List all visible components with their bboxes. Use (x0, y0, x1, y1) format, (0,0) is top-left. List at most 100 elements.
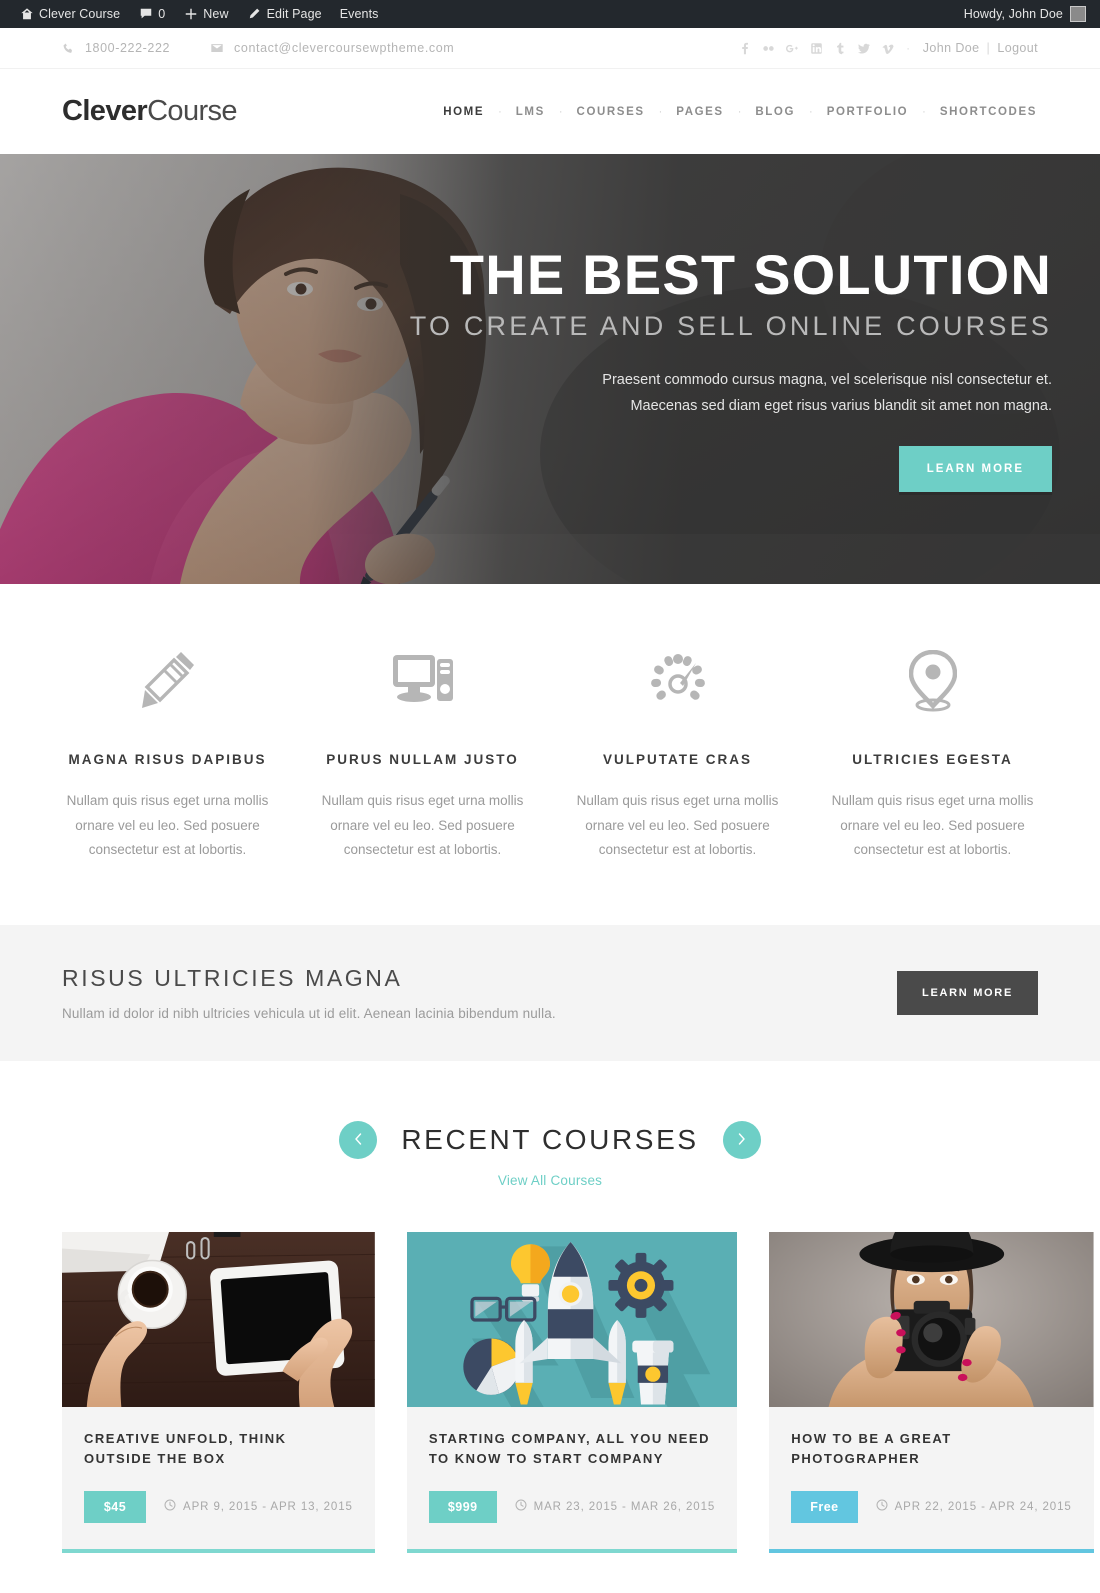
feature-item: ULTRICIES EGESTA Nullam quis risus eget … (805, 648, 1060, 863)
adminbar-site-name[interactable]: Clever Course (10, 0, 129, 28)
coffee-tablet-desk-photo[interactable] (62, 1231, 375, 1407)
feature-item: PURUS NULLAM JUSTO Nullam quis risus ege… (295, 648, 550, 863)
nav-item-pages[interactable]: PAGES (675, 106, 724, 118)
topbar-username[interactable]: John Doe (923, 41, 980, 55)
adminbar-new-label: New (203, 7, 229, 21)
facebook-icon[interactable] (732, 36, 756, 60)
home-icon (19, 7, 34, 22)
adminbar-comments-count: 0 (158, 7, 166, 21)
cta-learn-more-button[interactable]: LEARN MORE (897, 970, 1038, 1015)
nav-item-shortcodes[interactable]: SHORTCODES (939, 106, 1038, 118)
nav-item-home[interactable]: HOME (442, 106, 485, 118)
course-card-accent (406, 1548, 738, 1553)
course-date-range: APR 22, 2015 - APR 24, 2015 (876, 1499, 1072, 1514)
flickr-icon[interactable] (756, 36, 780, 60)
adminbar-new[interactable]: New (174, 0, 237, 28)
feature-text: Nullam quis risus eget urna mollis ornar… (66, 793, 269, 858)
chevron-left-icon (354, 1132, 362, 1147)
nav-dot: · (922, 105, 926, 118)
hero-paragraph: Praesent commodo cursus magna, vel scele… (602, 372, 1052, 414)
nav-item-portfolio[interactable]: PORTFOLIO (826, 106, 909, 118)
feature-title: ULTRICIES EGESTA (852, 752, 1013, 767)
email-address: contact@clevercoursewptheme.com (234, 41, 455, 55)
tumblr-icon[interactable] (828, 36, 852, 60)
course-card-list: CREATIVE UNFOLD, THINK OUTSIDE THE BOX $… (62, 1231, 1094, 1553)
recent-courses-section: RECENT COURSES View All Courses CREATIVE… (0, 1060, 1100, 1593)
topbar-separator: · (906, 41, 911, 55)
course-dates-text: APR 22, 2015 - APR 24, 2015 (894, 1500, 1072, 1513)
nav-dot: · (498, 105, 502, 118)
nav-dot: · (737, 105, 742, 118)
rocket-startup-illustration[interactable] (406, 1231, 738, 1407)
adminbar-site-label: Clever Course (39, 7, 121, 21)
course-price-badge: Free (791, 1490, 858, 1523)
feature-text: Nullam quis risus eget urna mollis ornar… (321, 793, 524, 858)
chevron-right-icon (738, 1132, 746, 1147)
hero-learn-more-button[interactable]: LEARN MORE (898, 445, 1052, 492)
photographer-woman-camera-photo[interactable] (769, 1231, 1094, 1407)
cta-title: RISUS ULTRICIES MAGNA (62, 964, 403, 991)
course-card[interactable]: STARTING COMPANY, ALL YOU NEED TO KNOW T… (406, 1231, 738, 1553)
carousel-next-button[interactable] (722, 1120, 761, 1159)
pencil-icon (247, 7, 262, 22)
nav-dot: · (658, 105, 663, 118)
feature-title: VULPUTATE CRAS (603, 752, 752, 767)
phone-group: 1800-222-222 (62, 41, 170, 55)
hero-subtitle: TO CREATE AND SELL ONLINE COURSES (409, 311, 1052, 342)
course-card-accent (769, 1548, 1094, 1553)
feature-item: MAGNA RISUS DAPIBUS Nullam quis risus eg… (40, 648, 295, 863)
course-card[interactable]: HOW TO BE A GREAT PHOTOGRAPHER Free APR … (769, 1231, 1094, 1553)
course-date-range: APR 9, 2015 - APR 13, 2015 (164, 1499, 353, 1514)
logo-light: Course (147, 95, 237, 127)
feature-text: Nullam quis risus eget urna mollis ornar… (576, 793, 779, 858)
course-dates-text: APR 9, 2015 - APR 13, 2015 (183, 1500, 353, 1513)
features-section: MAGNA RISUS DAPIBUS Nullam quis risus eg… (0, 584, 1100, 925)
social-links (732, 36, 900, 60)
course-title: HOW TO BE A GREAT PHOTOGRAPHER (791, 1430, 952, 1466)
nav-item-lms[interactable]: LMS (515, 106, 546, 118)
pencil-icon (62, 648, 273, 714)
linkedin-icon[interactable] (804, 36, 828, 60)
email-group: contact@clevercoursewptheme.com (210, 41, 454, 55)
course-price-badge: $45 (84, 1490, 146, 1523)
course-card[interactable]: CREATIVE UNFOLD, THINK OUTSIDE THE BOX $… (62, 1231, 375, 1553)
user-avatar (1070, 6, 1086, 22)
cta-text: Nullam id dolor id nibh ultricies vehicu… (62, 1005, 556, 1021)
topbar-pipe: | (986, 41, 991, 55)
twitter-icon[interactable] (852, 36, 876, 60)
phone-number: 1800-222-222 (85, 41, 171, 55)
nav-item-blog[interactable]: BLOG (754, 106, 796, 118)
nav-dot: · (809, 105, 813, 118)
adminbar-comments[interactable]: 0 (129, 0, 174, 28)
nav-item-courses[interactable]: COURSES (576, 106, 646, 118)
feature-title: MAGNA RISUS DAPIBUS (68, 752, 267, 767)
logout-link[interactable]: Logout (997, 41, 1038, 55)
wp-admin-bar: Clever Course 0 New Edit Page Events How… (0, 0, 1100, 28)
adminbar-edit-label: Edit Page (266, 7, 322, 21)
site-header: CleverCourse HOME · LMS · COURSES · PAGE… (0, 68, 1100, 154)
hero-banner: THE BEST SOLUTION TO CREATE AND SELL ONL… (0, 154, 1100, 584)
nav-dot: · (558, 105, 563, 118)
view-all-courses-link[interactable]: View All Courses (62, 1173, 1038, 1188)
carousel-prev-button[interactable] (339, 1120, 378, 1159)
adminbar-edit-page[interactable]: Edit Page (238, 0, 331, 28)
map-pin-icon (827, 648, 1038, 714)
adminbar-howdy: Howdy, John Doe (963, 7, 1063, 21)
site-logo[interactable]: CleverCourse (62, 95, 238, 127)
desktop-computer-icon (317, 648, 528, 714)
envelope-icon (210, 41, 224, 55)
adminbar-events-label: Events (339, 7, 379, 21)
clock-icon (515, 1499, 527, 1514)
feature-item: VULPUTATE CRAS Nullam quis risus eget ur… (550, 648, 805, 863)
feature-title: PURUS NULLAM JUSTO (326, 752, 519, 767)
adminbar-events[interactable]: Events (331, 0, 388, 28)
google-plus-icon[interactable] (780, 36, 804, 60)
adminbar-account[interactable]: Howdy, John Doe (964, 6, 1090, 22)
recent-courses-title: RECENT COURSES (401, 1123, 699, 1155)
course-title: STARTING COMPANY, ALL YOU NEED TO KNOW T… (428, 1430, 710, 1466)
course-price-badge: $999 (428, 1490, 497, 1523)
course-title: CREATIVE UNFOLD, THINK OUTSIDE THE BOX (84, 1430, 287, 1466)
vimeo-icon[interactable] (876, 36, 900, 60)
clock-icon (876, 1499, 888, 1514)
main-navigation: HOME · LMS · COURSES · PAGES · BLOG · PO… (442, 106, 1038, 118)
